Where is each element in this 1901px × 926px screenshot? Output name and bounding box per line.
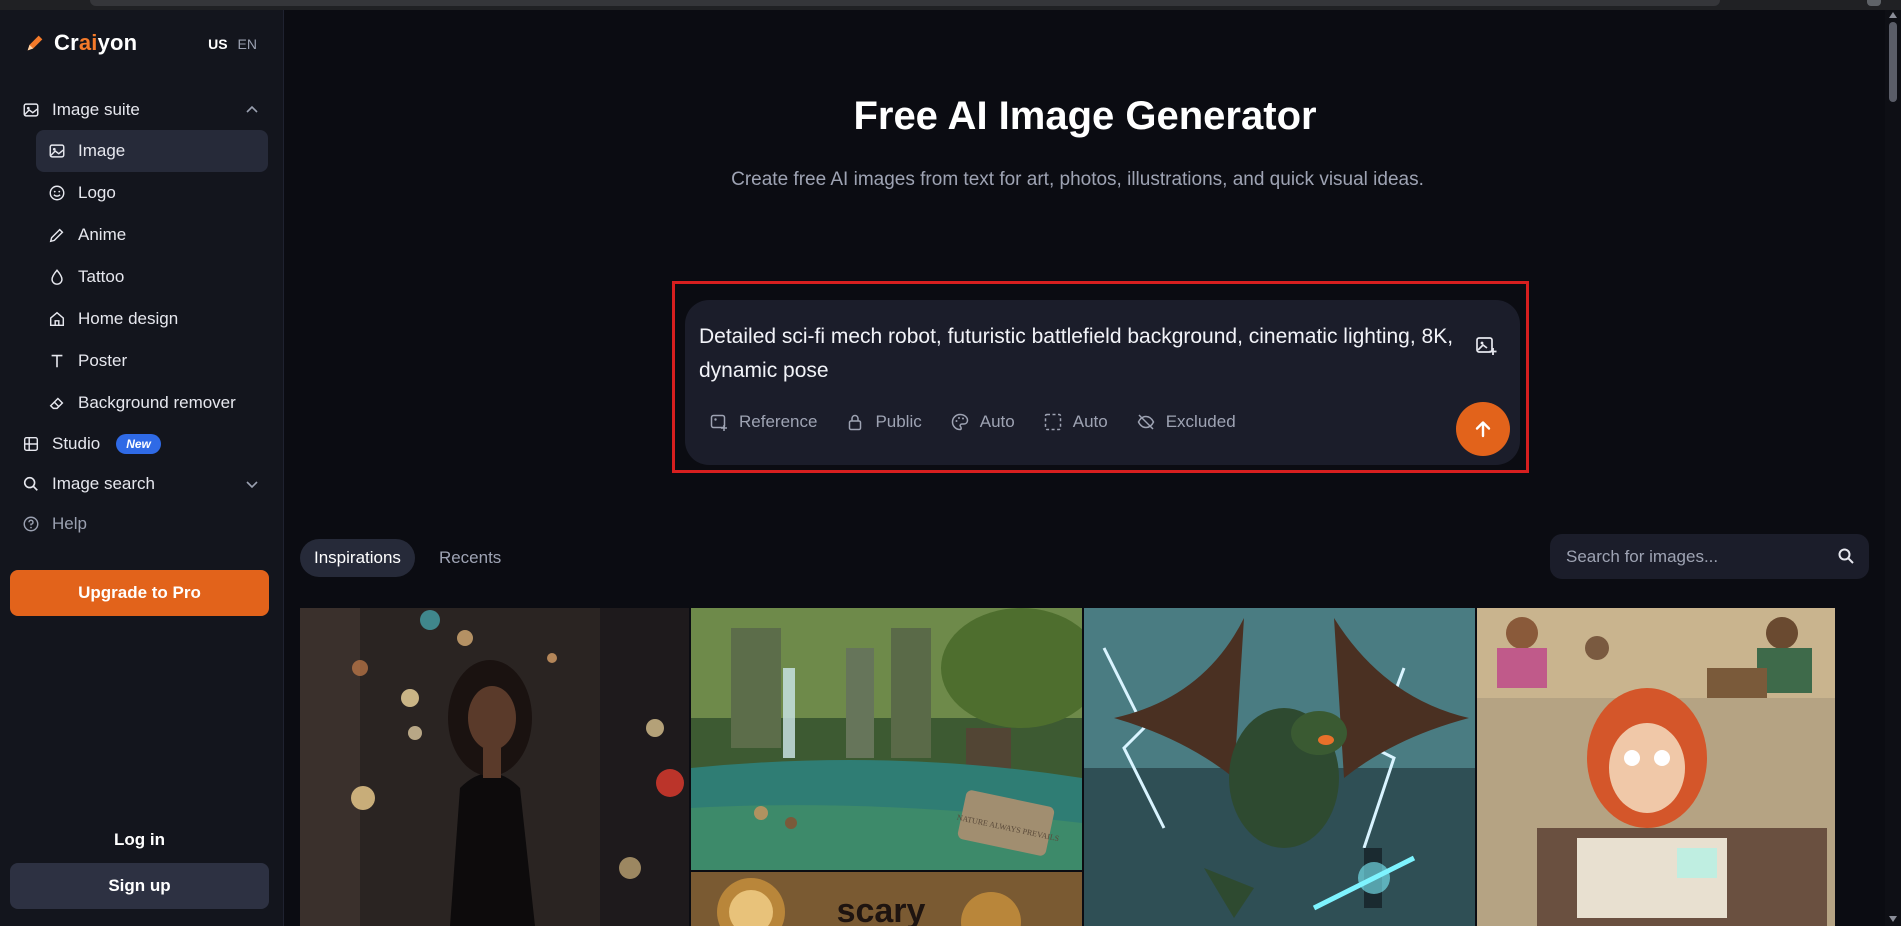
chevron-up-icon[interactable] [244,102,260,118]
sidebar-item-label: Background remover [78,393,236,412]
sidebar-item-label: Image search [52,474,155,493]
palette-icon [951,413,969,431]
pencil-logo-icon [27,35,43,51]
main-content: Free AI Image Generator Create free AI i… [285,10,1885,926]
sidebar-item-logo[interactable]: Logo [36,172,268,214]
sidebar-group-image-search[interactable]: Image search [10,464,272,504]
gallery-image-classroom[interactable] [1477,608,1835,926]
sidebar-item-anime[interactable]: Anime [36,214,268,256]
lock-icon [849,414,862,431]
style-option[interactable]: Auto [950,412,1015,432]
sidebar-item-label: Anime [78,225,127,244]
scroll-thumb[interactable] [1889,22,1897,102]
sidebar-item-label: Tattoo [78,267,125,286]
sidebar-item-label: Help [52,514,87,533]
gallery-image-dragon[interactable] [1084,608,1475,926]
sidebar-item-label: Logo [78,183,116,202]
sidebar-item-label: Poster [78,351,128,370]
gallery-tabs: Inspirations Recents [300,539,515,577]
visibility-option[interactable]: Public [845,412,922,432]
prompt-options: Reference Public Auto Auto Excluded [709,412,1236,432]
image-suite-icon [23,103,39,117]
search-icon[interactable] [1837,547,1855,565]
sidebar-item-studio[interactable]: Studio New [10,424,272,464]
pencil-icon [49,228,64,243]
upgrade-to-pro-button[interactable]: Upgrade to Pro [10,570,269,616]
reference-option[interactable]: Reference [709,412,817,432]
prompt-box[interactable]: Detailed sci-fi mech robot, futuristic b… [685,300,1520,465]
region-label[interactable]: US [208,36,227,52]
help-icon [23,516,39,532]
chevron-down-icon[interactable] [244,476,260,492]
cartoon-image: scary [691,872,1082,926]
arrow-up-icon [1475,421,1491,438]
sidebar-item-poster[interactable]: Poster [36,340,268,382]
page-title: Free AI Image Generator [853,94,1317,138]
crop-frame-icon [1044,413,1061,431]
login-link[interactable]: Log in [10,820,269,860]
image-gallery: NATURE ALWAYS PREVAILS scary [300,608,1835,926]
scroll-down-arrow-icon[interactable] [1889,916,1897,922]
home-icon [49,311,65,327]
dragon-image [1084,608,1475,926]
page-subtitle: Create free AI images from text for art,… [731,169,1424,190]
browser-chrome [0,0,1901,10]
sidebar-nav: Image suite Image Logo Anime Tattoo Home… [10,90,272,544]
brand-name: Craiyon [54,30,138,55]
image-search-box[interactable] [1550,534,1869,579]
tab-inspirations[interactable]: Inspirations [300,539,415,577]
smiley-icon [49,185,65,201]
sidebar-item-home-design[interactable]: Home design [36,298,268,340]
excluded-option[interactable]: Excluded [1136,412,1236,432]
image-icon [49,144,65,158]
sidebar-item-label: Studio [52,434,101,453]
sidebar-item-label: Image [78,141,126,160]
gallery-image-cartoon[interactable]: scary [691,872,1082,926]
eye-off-icon [1137,414,1155,430]
image-search-input[interactable] [1566,534,1826,579]
reference-image-icon [710,414,727,431]
browser-tab-strip [90,0,1720,6]
sidebar-item-tattoo[interactable]: Tattoo [36,256,268,298]
search-icon [23,476,38,491]
prompt-input[interactable]: Detailed sci-fi mech robot, futuristic b… [699,320,1459,388]
add-image-icon[interactable] [1474,334,1498,358]
sidebar-item-help[interactable]: Help [10,504,272,544]
scroll-up-arrow-icon[interactable] [1889,12,1897,18]
sidebar-item-background-remover[interactable]: Background remover [36,382,268,424]
tab-recents[interactable]: Recents [425,539,515,577]
woman-city-image [300,608,689,926]
sidebar-group-label: Image suite [52,100,140,119]
gallery-image-jungle-ruins[interactable]: NATURE ALWAYS PREVAILS [691,608,1082,870]
drop-icon [51,269,63,285]
brand-logo[interactable]: Craiyon [24,30,137,56]
classroom-image [1477,608,1835,926]
sidebar: Craiyon US EN Image suite Image Logo Ani… [0,10,284,926]
aspect-ratio-option[interactable]: Auto [1043,412,1108,432]
sidebar-group-image-suite[interactable]: Image suite [10,90,272,130]
sidebar-item-image[interactable]: Image [36,130,268,172]
text-icon [51,354,63,368]
gallery-image-woman-city[interactable] [300,608,689,926]
language-label[interactable]: EN [238,36,257,52]
signup-button[interactable]: Sign up [10,863,269,909]
grid-icon [23,436,39,452]
generate-button[interactable] [1456,402,1510,456]
browser-control[interactable] [1867,0,1881,6]
eraser-icon [49,397,64,410]
page-scrollbar[interactable] [1885,10,1901,926]
language-switcher[interactable]: US EN [208,36,257,52]
sidebar-item-label: Home design [78,309,179,328]
jungle-ruins-image: NATURE ALWAYS PREVAILS [691,608,1082,870]
new-badge: New [116,434,161,454]
cartoon-text: scary [837,892,926,926]
